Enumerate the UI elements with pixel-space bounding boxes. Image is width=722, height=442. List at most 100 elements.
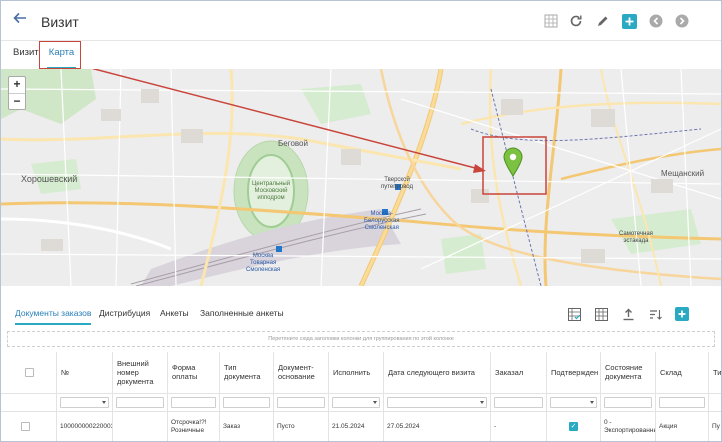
table-layout-icon[interactable] [594,307,608,321]
zoom-out-button[interactable]: − [9,93,25,109]
column-header-external-number[interactable]: Внешний номер документа [113,352,168,394]
map-label-moskva-bel-3: Смоленская [364,225,399,231]
cell-basis[interactable]: Пусто [274,412,329,441]
filter-cell-select [1,394,57,412]
filter-execute-dropdown[interactable] [332,397,380,408]
filter-cell-basis [274,394,329,412]
filter-cell-extra [709,394,721,412]
column-header-payment[interactable]: Форма оплаты [168,352,220,394]
map-label-hippodrome: Центральный Московский ипподром [235,181,307,202]
filter-ordered-input[interactable] [494,397,543,408]
column-header-confirmed[interactable]: Подтвержден [547,352,601,394]
filter-next-visit-dropdown[interactable] [387,397,487,408]
filter-warehouse-input[interactable] [659,397,705,408]
cell-ordered[interactable]: - [491,412,547,441]
zoom-in-button[interactable]: + [9,77,25,93]
map-label-tverskaya-2: путепровод [381,184,414,190]
back-arrow-icon[interactable] [11,11,29,29]
cell-next-visit[interactable]: 27.05.2024 [384,412,491,441]
map-canvas [1,69,721,286]
column-header-confirmed-label: Подтвержден [551,367,599,377]
refresh-icon[interactable] [568,13,584,29]
column-header-extra-label: Ти [713,367,721,377]
add-icon[interactable] [621,13,637,29]
column-header-basis[interactable]: Документ-основание [274,352,329,394]
column-header-select[interactable] [1,352,57,394]
visit-tabs: Визит Карта [1,41,721,69]
map-label-moskva-bel-1: Москва- [370,211,393,217]
filter-basis-input[interactable] [277,397,325,408]
filter-number-dropdown[interactable] [60,397,109,408]
edit-icon[interactable] [595,13,611,29]
tab-filled-questionnaires[interactable]: Заполненные анкеты [200,308,284,318]
map-label-tverskaya-1: Тверской [384,177,410,183]
cell-type[interactable]: Заказ [220,412,274,441]
filter-cell-type [220,394,274,412]
table-settings-icon[interactable] [543,13,559,29]
cell-warehouse[interactable]: Акция [656,412,709,441]
filter-cell-payment [168,394,220,412]
map-label-moskva-tov-2: Товарная [249,260,277,266]
column-chooser-icon[interactable] [567,307,581,321]
row-select-checkbox[interactable] [21,422,30,431]
filter-cell-ordered [491,394,547,412]
column-header-ordered[interactable]: Заказал [491,352,547,394]
cell-extra[interactable]: Пу [709,412,721,441]
column-header-warehouse-label: Склад [660,367,682,377]
select-all-checkbox[interactable] [25,367,34,377]
column-header-ordered-label: Заказал [495,367,524,377]
cell-external[interactable] [113,412,168,441]
tab-order-documents[interactable]: Документы заказов [15,308,92,325]
confirmed-checkbox[interactable]: ✓ [569,422,578,431]
column-header-external-number-label: Внешний номер документа [117,358,154,386]
column-header-basis-label: Документ-основание [278,363,315,381]
page-title: Визит [41,14,79,30]
tab-visit[interactable]: Визит [13,41,39,69]
column-header-state-label: Состояние документа [605,363,643,381]
filter-cell-warehouse [656,394,709,412]
map-label-meshchansky: Мещанский [661,169,705,178]
map-label-moskva-tov-3: Смоленская [246,267,281,273]
cell-payment[interactable]: Отсрочка!?! Розничные [168,412,220,441]
add-document-icon[interactable] [675,307,689,321]
column-header-warehouse[interactable]: Склад [656,352,709,394]
tab-distribution[interactable]: Дистрибуция [99,308,150,318]
column-header-next-visit[interactable]: Дата следующего визита [384,352,491,394]
group-drop-area[interactable]: Перетяните сюда заголовки колонки для гр… [7,331,715,347]
column-header-execute[interactable]: Исполнить [329,352,384,394]
filter-confirmed-dropdown[interactable] [550,397,597,408]
cell-number[interactable]: 10000000022000З [57,412,113,441]
filter-cell-confirmed [547,394,601,412]
export-icon[interactable] [621,307,635,321]
filter-state-input[interactable] [604,397,652,408]
column-header-extra[interactable]: Ти [709,352,721,394]
map-label-moskva-belorusskaya: Москва- Белорусская Смоленская [364,211,400,232]
map-label-tverskaya: Тверской путепровод [381,177,413,191]
document-tabs: Документы заказов Дистрибуция Анкеты Зап… [1,300,721,326]
row-select-cell [1,412,57,441]
column-header-state[interactable]: Состояние документа [601,352,656,394]
map-label-khoroshevsky: Хорошевский [21,174,78,184]
filter-cell-execute [329,394,384,412]
cell-confirmed[interactable]: ✓ [547,412,601,441]
tab-map[interactable]: Карта [47,41,76,69]
map-label-begovoy: Беговой [278,139,308,148]
column-header-execute-label: Исполнить [333,367,371,377]
tab-questionnaires[interactable]: Анкеты [160,308,189,318]
map-label-hippodrome-3: ипподром [257,195,285,201]
column-header-payment-label: Форма оплаты [172,363,198,381]
filter-type-input[interactable] [223,397,270,408]
column-header-doc-type[interactable]: Тип документа [220,352,274,394]
sort-icon[interactable] [648,307,662,321]
map-label-moskva-tovarnaya: Москва Товарная Смоленская [246,253,280,274]
map-view[interactable]: Хорошевский Беговой Центральный Московск… [1,69,721,286]
previous-icon[interactable] [648,13,664,29]
column-header-number[interactable]: № [57,352,113,394]
filter-payment-input[interactable] [171,397,216,408]
filter-cell-next-visit [384,394,491,412]
filter-external-input[interactable] [116,397,164,408]
next-icon[interactable] [674,13,690,29]
documents-table: № Внешний номер документа Форма оплаты Т… [1,352,721,441]
cell-state[interactable]: 0 - Экспортированный [601,412,656,441]
cell-execute[interactable]: 21.05.2024 [329,412,384,441]
